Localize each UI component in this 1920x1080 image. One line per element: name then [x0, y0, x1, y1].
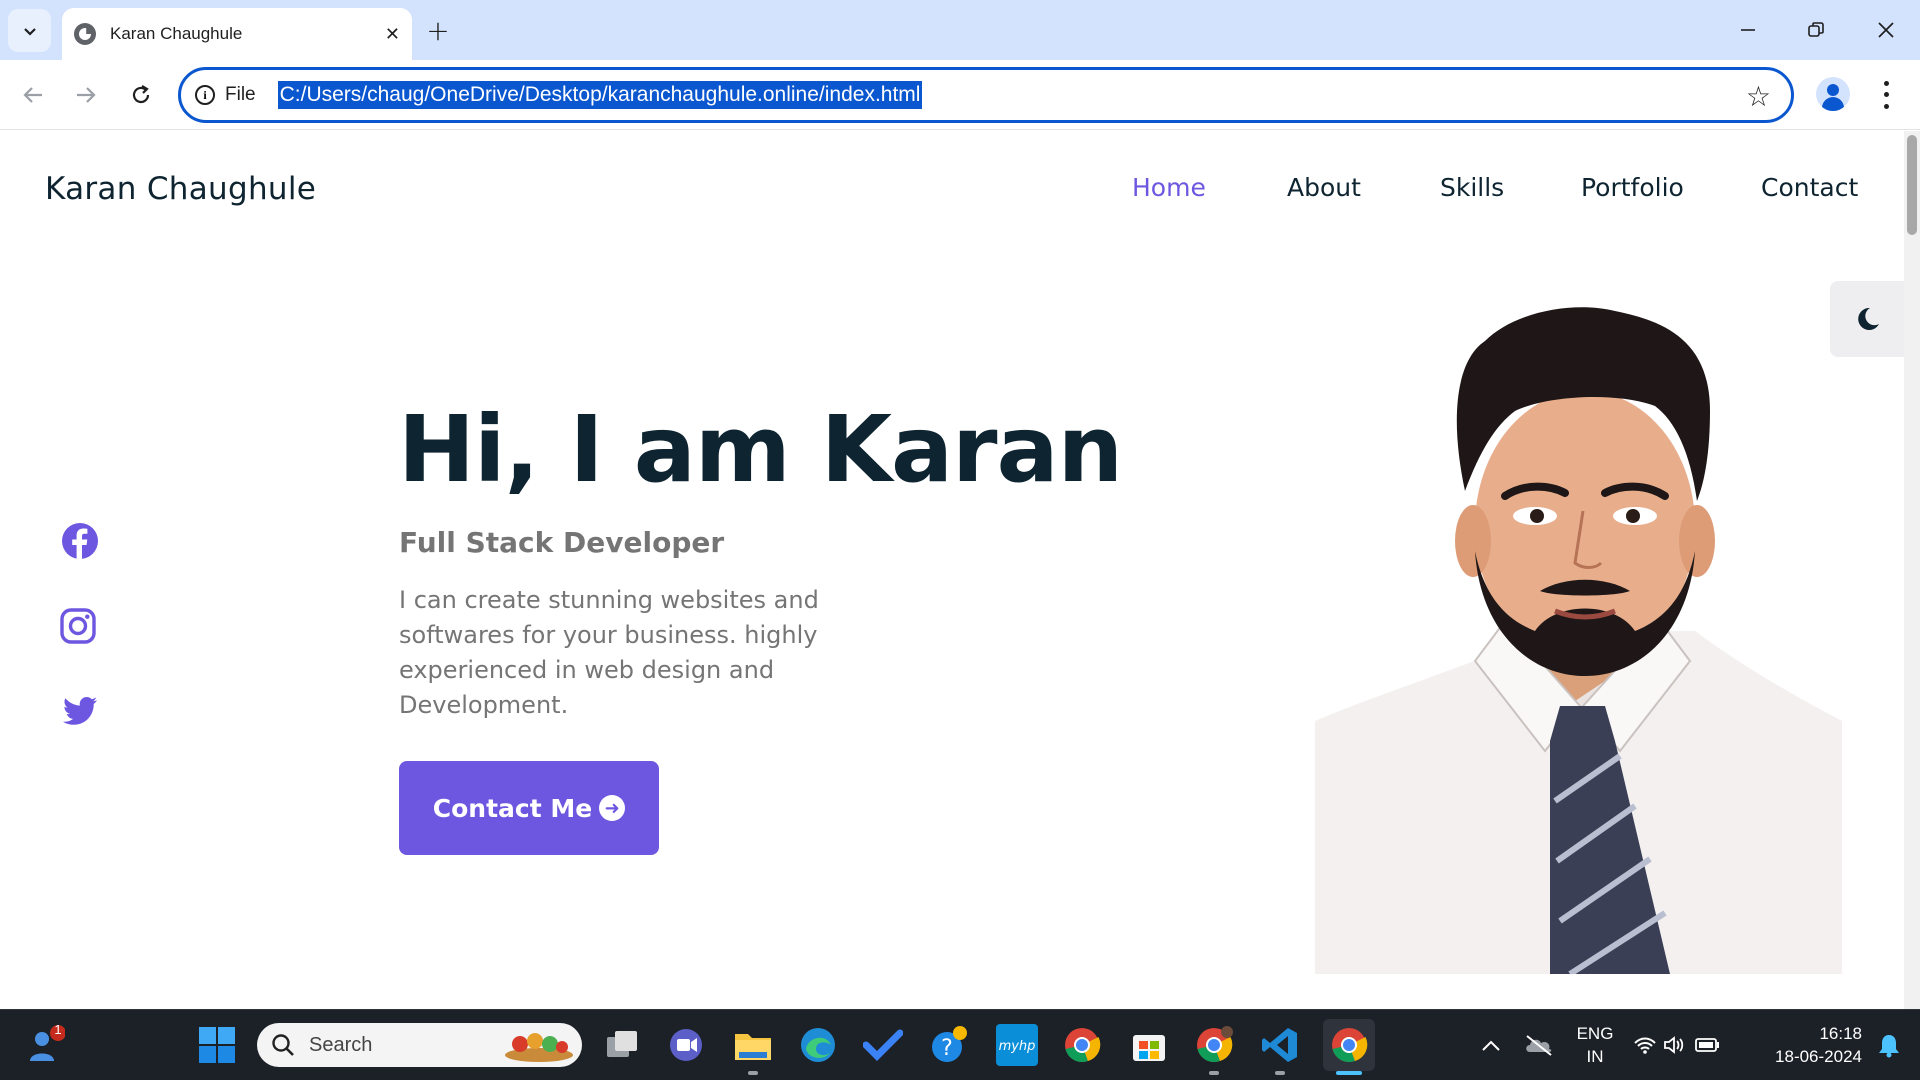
profile-portrait	[1315, 307, 1842, 974]
myhp-icon[interactable]: myhp	[996, 1024, 1038, 1066]
profile-icon[interactable]	[1816, 77, 1850, 111]
wifi-icon	[1634, 1037, 1656, 1054]
chevron-down-icon	[23, 27, 36, 36]
clock-time: 16:18	[1819, 1024, 1862, 1043]
teams-people-icon[interactable]: 1	[24, 1022, 66, 1066]
new-tab-button[interactable]: +	[420, 10, 456, 50]
moon-icon	[1858, 307, 1879, 330]
hero-description: I can create stunning websites and softw…	[399, 586, 819, 719]
minimize-icon	[1741, 29, 1755, 31]
menu-dots-icon[interactable]	[1874, 78, 1898, 112]
chrome-active-indicator	[1336, 1071, 1362, 1075]
web-page: Karan Chaughule Home About Skills Portfo…	[0, 131, 1904, 1009]
task-view-icon[interactable]	[600, 1024, 642, 1066]
tab-search-button[interactable]	[8, 9, 51, 52]
chrome-profile-running-indicator	[1209, 1071, 1219, 1075]
close-icon	[1878, 22, 1894, 38]
file-explorer-icon[interactable]	[732, 1024, 774, 1066]
notification-badge: 1	[54, 1022, 62, 1037]
contact-me-button[interactable]: Contact Me ➜	[399, 761, 659, 855]
twitter-icon[interactable]	[60, 691, 100, 731]
tab-title: Karan Chaughule	[110, 24, 243, 43]
vscode-icon[interactable]	[1259, 1024, 1301, 1066]
notification-bell-icon[interactable]	[1868, 1024, 1910, 1066]
close-tab-icon[interactable]: ✕	[385, 24, 400, 45]
contact-me-label: Contact Me	[432, 793, 593, 823]
taskbar-search[interactable]: Search	[257, 1023, 582, 1067]
microsoft-store-icon[interactable]	[1128, 1024, 1170, 1066]
region-code: IN	[1586, 1047, 1604, 1066]
onedrive-offline-icon[interactable]	[1518, 1024, 1560, 1066]
nav-contact[interactable]: Contact	[1761, 173, 1858, 202]
nav-skills[interactable]: Skills	[1440, 173, 1504, 202]
page-scrollbar[interactable]	[1904, 131, 1920, 1009]
instagram-icon[interactable]	[58, 606, 98, 646]
restore-button[interactable]	[1782, 0, 1850, 60]
restore-icon	[1808, 22, 1824, 37]
facebook-icon[interactable]	[60, 521, 100, 561]
svg-text:?: ?	[941, 1036, 953, 1061]
start-windows-icon[interactable]	[196, 1024, 238, 1066]
tab-strip: Karan Chaughule ✕ +	[0, 0, 1920, 60]
nav-portfolio[interactable]: Portfolio	[1581, 173, 1684, 202]
scrollbar-thumb[interactable]	[1907, 135, 1917, 235]
reload-icon	[132, 85, 150, 104]
file-chip: File	[225, 84, 256, 105]
back-button[interactable]	[13, 75, 53, 115]
globe-icon	[74, 23, 96, 45]
clock[interactable]: 16:18 18-06-2024	[1752, 1022, 1862, 1068]
quick-settings[interactable]	[1632, 1024, 1722, 1066]
arrow-right-icon	[77, 87, 96, 103]
chrome-active-icon[interactable]	[1323, 1019, 1375, 1071]
hero-subtitle: Full Stack Developer	[399, 526, 725, 559]
vscode-running-indicator	[1275, 1071, 1285, 1075]
info-icon[interactable]: i	[195, 85, 215, 105]
url-text[interactable]: C:/Users/chaug/OneDrive/Desktop/karancha…	[277, 81, 923, 109]
search-icon	[272, 1034, 294, 1056]
svg-text:myhp: myhp	[999, 1039, 1035, 1054]
search-label: Search	[309, 1033, 373, 1056]
arrow-left-icon	[23, 87, 42, 103]
chevron-up-icon[interactable]	[1470, 1024, 1512, 1066]
site-logo[interactable]: Karan Chaughule	[45, 171, 316, 207]
teams-chat-icon[interactable]	[665, 1024, 707, 1066]
browser-tab[interactable]: Karan Chaughule ✕	[62, 8, 412, 60]
minimize-button[interactable]	[1714, 0, 1782, 60]
windows-taskbar: 1 Search ? myhp ENG IN 16:18 18-06-2024	[0, 1009, 1920, 1080]
language-indicator[interactable]: ENG IN	[1576, 1022, 1614, 1068]
browser-toolbar: i File C:/Users/chaug/OneDrive/Desktop/k…	[0, 60, 1920, 130]
forward-button[interactable]	[66, 75, 106, 115]
arrow-right-circle-icon: ➜	[599, 795, 626, 821]
chrome-profile-icon[interactable]	[1193, 1024, 1235, 1066]
explorer-running-indicator	[748, 1071, 758, 1075]
todo-check-icon[interactable]	[862, 1024, 904, 1066]
bookmark-star-icon[interactable]: ☆	[1746, 80, 1771, 113]
edge-icon[interactable]	[797, 1024, 839, 1066]
nav-home[interactable]: Home	[1132, 173, 1206, 202]
language-code: ENG	[1576, 1024, 1614, 1043]
clock-date: 18-06-2024	[1775, 1047, 1862, 1066]
get-help-icon[interactable]: ?	[928, 1024, 970, 1066]
volume-icon	[1664, 1036, 1684, 1054]
address-bar[interactable]: i File C:/Users/chaug/OneDrive/Desktop/k…	[178, 67, 1794, 123]
chrome-icon[interactable]	[1061, 1024, 1103, 1066]
nav-about[interactable]: About	[1287, 173, 1361, 202]
hero-title: Hi, I am Karan	[398, 396, 1123, 503]
search-highlight-food-icon	[505, 1033, 573, 1062]
reload-button[interactable]	[121, 75, 161, 115]
close-window-button[interactable]	[1852, 0, 1920, 60]
battery-icon	[1695, 1038, 1719, 1052]
